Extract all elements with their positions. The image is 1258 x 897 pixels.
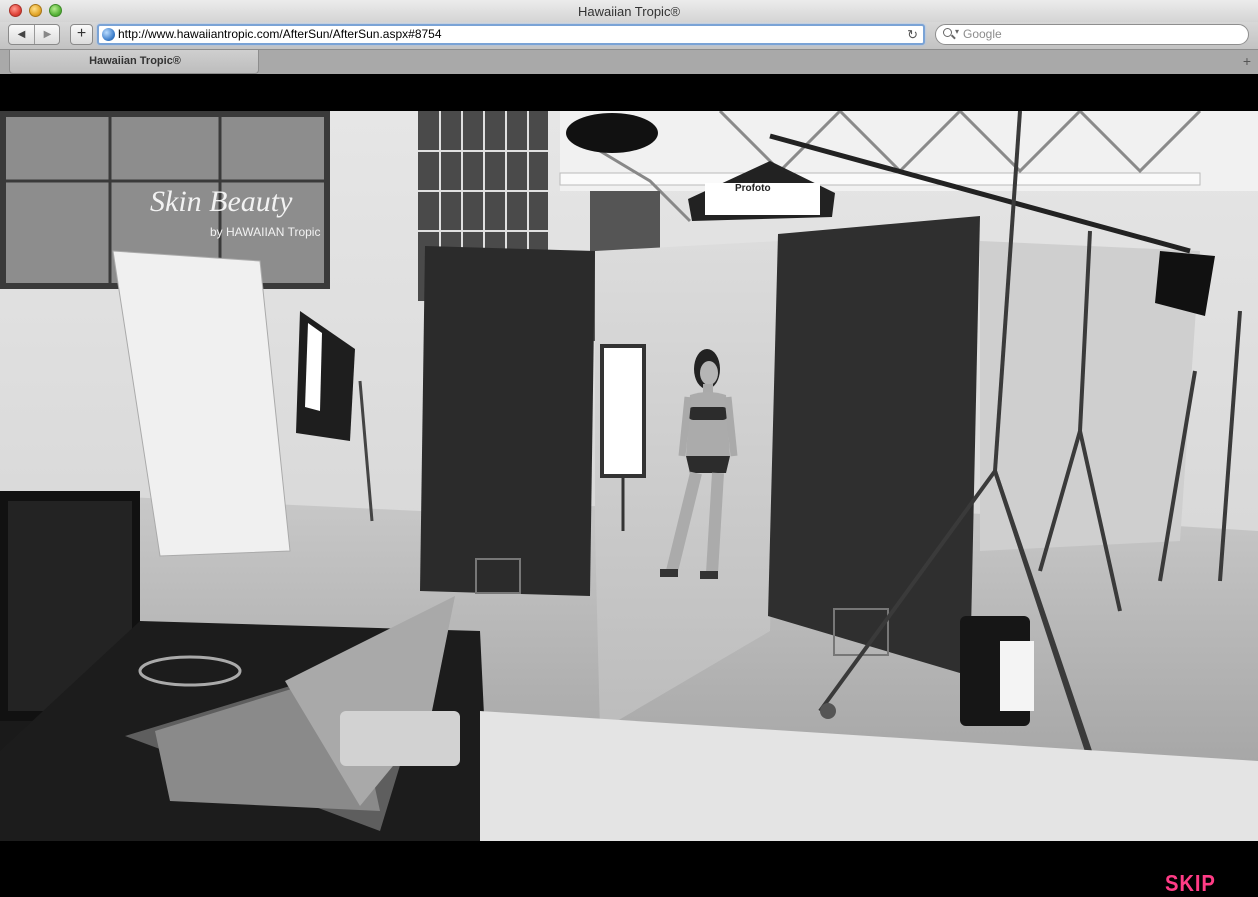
url-text[interactable]: http://www.hawaiiantropic.com/AfterSun/A… <box>118 27 442 41</box>
tab-label: Hawaiian Tropic® <box>89 55 181 67</box>
nav-buttons: ◀ ▶ <box>8 24 60 45</box>
page-content: Skin Beauty by HAWAIIAN Tropic Profoto S… <box>0 74 1258 896</box>
studio-photo: Skin Beauty by HAWAIIAN Tropic Profoto <box>0 111 1258 841</box>
skin-beauty-banner: Skin Beauty <box>150 185 293 218</box>
back-arrow-icon[interactable]: ◀ <box>9 25 34 44</box>
skip-button[interactable]: SKIP <box>1165 870 1216 897</box>
address-bar[interactable]: http://www.hawaiiantropic.com/AfterSun/A… <box>97 24 925 45</box>
search-field[interactable]: ▾ Google <box>935 24 1249 45</box>
browser-toolbar: ◀ ▶ + http://www.hawaiiantropic.com/Afte… <box>0 22 1258 49</box>
window-titlebar: Hawaiian Tropic® <box>0 0 1258 22</box>
forward-arrow-icon[interactable]: ▶ <box>35 25 60 44</box>
reload-icon[interactable]: ↻ <box>907 26 918 43</box>
skin-beauty-banner-sub: by HAWAIIAN Tropic <box>210 225 320 239</box>
search-icon <box>943 28 952 37</box>
window-title: Hawaiian Tropic® <box>577 4 681 19</box>
add-bookmark-button[interactable]: + <box>70 24 93 45</box>
profoto-label: Profoto <box>735 183 771 194</box>
new-tab-icon[interactable]: + <box>1243 53 1251 69</box>
search-dropdown-icon[interactable]: ▾ <box>955 27 959 36</box>
search-placeholder: Google <box>963 27 1002 41</box>
globe-icon <box>102 28 115 41</box>
tab-hawaiian-tropic[interactable]: Hawaiian Tropic® <box>9 50 259 74</box>
tab-bar: Hawaiian Tropic® + <box>0 49 1258 74</box>
